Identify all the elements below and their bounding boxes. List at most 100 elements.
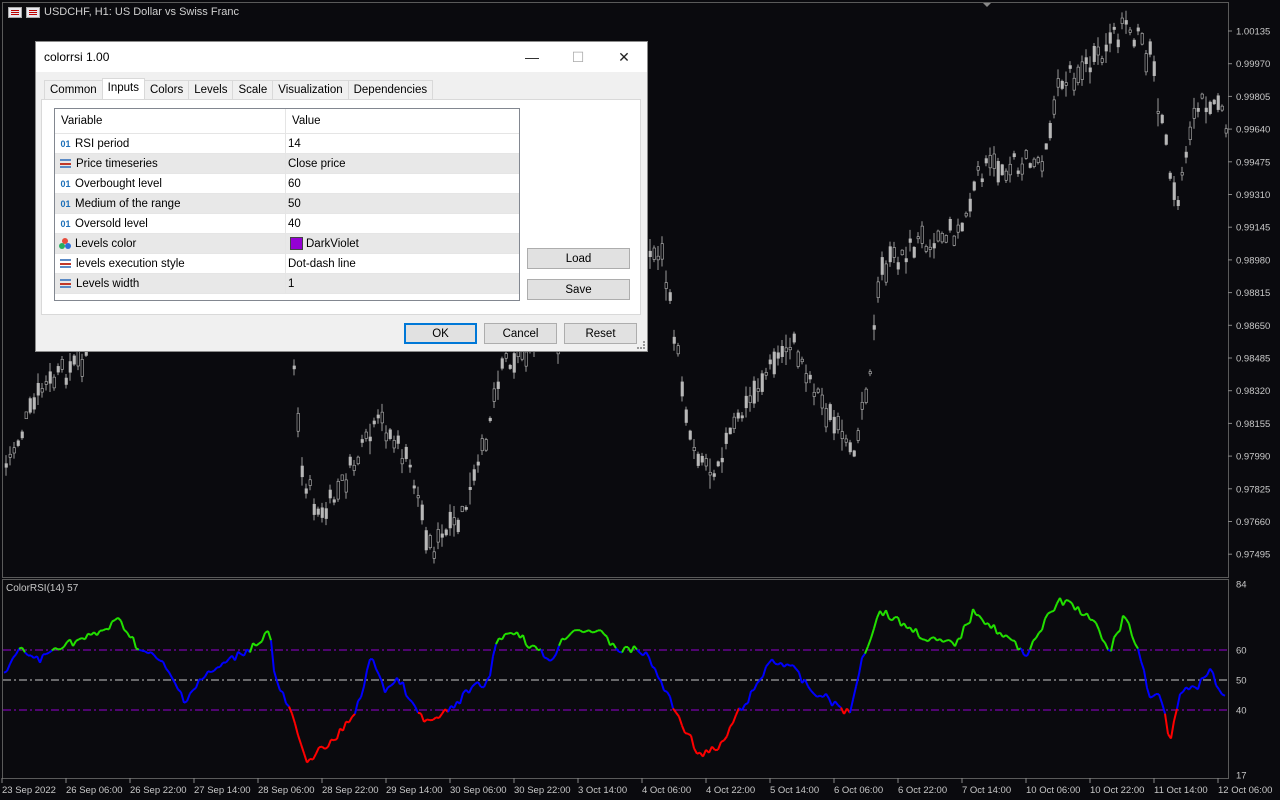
param-row-oversold-level[interactable]: 01 Oversold level 40 bbox=[55, 214, 519, 234]
rsi-segment bbox=[1035, 632, 1040, 639]
param-value[interactable]: 14 bbox=[288, 138, 301, 150]
candle-body bbox=[1012, 153, 1016, 158]
param-row-levels-color[interactable]: Levels color DarkViolet bbox=[55, 234, 519, 254]
rsi-segment bbox=[897, 616, 902, 627]
candle-body bbox=[768, 359, 772, 365]
rsi-segment bbox=[267, 630, 272, 641]
candle-body bbox=[476, 461, 480, 466]
rsi-segment bbox=[1209, 668, 1214, 674]
color-swatch[interactable] bbox=[290, 237, 303, 250]
tab-inputs[interactable]: Inputs bbox=[101, 78, 145, 99]
tab-colors[interactable]: Colors bbox=[143, 80, 190, 99]
time-axis-label: 3 Oct 14:00 bbox=[578, 785, 627, 796]
rsi-segment bbox=[795, 668, 800, 674]
indicator-axis-label: 50 bbox=[1236, 676, 1247, 687]
load-button[interactable]: Load bbox=[527, 248, 630, 269]
candle-body bbox=[912, 246, 916, 258]
rsi-segment bbox=[420, 713, 425, 723]
rsi-segment bbox=[549, 658, 554, 662]
tab-scale[interactable]: Scale bbox=[232, 80, 274, 99]
candle-body bbox=[664, 282, 668, 289]
candle-body bbox=[64, 377, 68, 385]
ok-button[interactable]: OK bbox=[404, 323, 477, 344]
param-value[interactable]: Close price bbox=[288, 158, 346, 170]
param-value[interactable]: Dot-dash line bbox=[288, 258, 356, 270]
candle-body bbox=[1204, 107, 1208, 113]
candle-body bbox=[1140, 33, 1144, 45]
candle-body bbox=[468, 487, 472, 490]
candle-body bbox=[1008, 163, 1012, 176]
dialog-titlebar[interactable]: colorrsi 1.00 — ☐ ✕ bbox=[36, 42, 647, 72]
param-value[interactable]: 50 bbox=[288, 198, 301, 210]
tab-common[interactable]: Common bbox=[44, 80, 103, 99]
param-row-levels-style[interactable]: levels execution style Dot-dash line bbox=[55, 254, 519, 274]
chart-menu-icon[interactable] bbox=[8, 6, 22, 18]
param-value[interactable]: 1 bbox=[288, 278, 294, 290]
tab-visualization[interactable]: Visualization bbox=[272, 80, 349, 99]
rsi-segment bbox=[1140, 660, 1145, 671]
rsi-segment bbox=[540, 649, 545, 658]
rsi-segment bbox=[141, 649, 146, 653]
chart-window-icon[interactable] bbox=[26, 6, 40, 18]
candle-body bbox=[440, 533, 444, 538]
maximize-icon[interactable]: ☐ bbox=[555, 42, 601, 72]
rsi-segment bbox=[501, 633, 506, 640]
rsi-segment bbox=[330, 738, 335, 742]
indicator-axis-label: 84 bbox=[1236, 580, 1247, 591]
rsi-segment bbox=[1149, 695, 1154, 699]
rsi-segment bbox=[1188, 685, 1193, 691]
candle-body bbox=[704, 458, 708, 467]
rsi-segment bbox=[783, 663, 788, 668]
rsi-segment bbox=[225, 658, 230, 664]
tab-levels[interactable]: Levels bbox=[188, 80, 234, 99]
candle-body bbox=[316, 508, 320, 515]
dialog-title: colorrsi 1.00 bbox=[44, 50, 110, 64]
candle-body bbox=[1032, 158, 1036, 167]
candle-body bbox=[916, 236, 920, 240]
price-axis-label: 0.98980 bbox=[1236, 255, 1270, 266]
rsi-segment bbox=[1131, 635, 1136, 645]
indicator-axis-label: 17 bbox=[1236, 771, 1247, 782]
param-row-medium-of-range[interactable]: 01 Medium of the range 50 bbox=[55, 194, 519, 214]
rsi-segment bbox=[804, 679, 809, 687]
rsi-segment bbox=[669, 696, 674, 709]
rsi-segment bbox=[720, 739, 725, 743]
rsi-segment bbox=[744, 702, 749, 706]
param-value[interactable]: 40 bbox=[288, 218, 301, 230]
rsi-segment bbox=[675, 711, 680, 718]
candle-body bbox=[28, 398, 32, 413]
candle-body bbox=[480, 438, 484, 452]
rsi-segment bbox=[1212, 672, 1217, 686]
param-row-rsi-period[interactable]: 01 RSI period 14 bbox=[55, 134, 519, 154]
rsi-segment bbox=[726, 726, 731, 737]
rsi-segment bbox=[150, 651, 155, 656]
candle-body bbox=[344, 479, 348, 493]
reset-button[interactable]: Reset bbox=[564, 323, 637, 344]
save-button[interactable]: Save bbox=[527, 279, 630, 300]
rsi-segment bbox=[423, 718, 428, 723]
candle-body bbox=[68, 361, 72, 373]
close-icon[interactable]: ✕ bbox=[601, 42, 647, 72]
cancel-button[interactable]: Cancel bbox=[484, 323, 557, 344]
param-row-price-timeseries[interactable]: Price timeseries Close price bbox=[55, 154, 519, 174]
param-value[interactable]: DarkViolet bbox=[306, 238, 359, 250]
candle-body bbox=[936, 230, 940, 242]
rsi-segment bbox=[333, 738, 338, 742]
param-row-overbought-level[interactable]: 01 Overbought level 60 bbox=[55, 174, 519, 194]
rsi-segment bbox=[981, 618, 986, 625]
variable-column-header[interactable]: Variable bbox=[55, 109, 286, 133]
candle-body bbox=[1084, 57, 1088, 65]
param-row-levels-width[interactable]: Levels width 1 bbox=[55, 274, 519, 294]
rsi-segment bbox=[1002, 634, 1007, 638]
candle-body bbox=[1208, 101, 1212, 114]
candle-body bbox=[356, 456, 360, 465]
param-value[interactable]: 60 bbox=[288, 178, 301, 190]
tab-dependencies[interactable]: Dependencies bbox=[347, 80, 434, 99]
minimize-icon[interactable]: — bbox=[509, 42, 555, 72]
candle-body bbox=[1108, 32, 1112, 44]
value-column-header[interactable]: Value bbox=[286, 115, 321, 127]
resize-grip-icon[interactable] bbox=[637, 341, 645, 349]
rsi-segment bbox=[852, 686, 857, 700]
param-name: Oversold level bbox=[75, 217, 148, 230]
rsi-segment bbox=[108, 621, 113, 630]
